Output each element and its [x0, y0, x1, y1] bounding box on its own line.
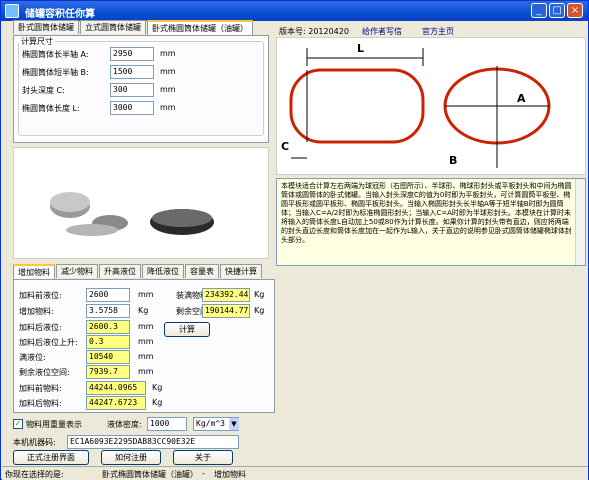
after-level-output: 2600.3: [86, 320, 130, 334]
tab-reduce-material[interactable]: 减少物料: [56, 264, 98, 278]
after-material-unit: Kg: [152, 398, 163, 407]
after-level-unit: mm: [138, 322, 154, 331]
after-level-label: 加料后液位:: [19, 323, 62, 332]
tab-quick-calc[interactable]: 快捷计算: [220, 264, 262, 278]
main-window: 储罐容积任你算 _ □ × 卧式圆筒体储罐 立式圆筒体储罐 卧式椭圆筒体储罐（油…: [0, 0, 589, 480]
weight-checkbox[interactable]: ✓: [13, 419, 23, 429]
title-bar[interactable]: 储罐容积任你算 _ □ ×: [1, 1, 588, 21]
homepage-link[interactable]: 官方主页: [422, 26, 454, 37]
minimize-button[interactable]: _: [531, 3, 547, 18]
tab-vertical-cylinder[interactable]: 立式圆筒体储罐: [80, 20, 146, 34]
dimension-panel: 计算尺寸 椭圆筒体长半轴 A: 2950 mm 椭圆筒体短半轴 B: 1500 …: [13, 35, 269, 143]
density-input[interactable]: 1000: [147, 417, 187, 431]
after-material-output: 44247.6723: [86, 396, 146, 410]
window-title: 储罐容积任你算: [25, 9, 95, 20]
calculate-button[interactable]: 计算: [164, 322, 210, 337]
description-scrollbar[interactable]: [575, 179, 585, 265]
level-rise-label: 加料后液位上升:: [19, 338, 78, 347]
axis-b-input[interactable]: 1500: [110, 65, 154, 79]
axis-b-label: 椭圆筒体短半轴 B:: [22, 68, 89, 77]
tab-horizontal-elliptical[interactable]: 卧式椭圆筒体储罐（油罐）: [147, 20, 253, 35]
axis-a-input[interactable]: 2950: [110, 47, 154, 61]
feedback-link[interactable]: 给作者写信: [362, 26, 402, 37]
before-level-input[interactable]: 2600: [86, 288, 130, 302]
weight-checkbox-label: 物料用重量表示: [26, 420, 82, 429]
label-a: A: [517, 92, 526, 105]
full-level-unit: mm: [138, 352, 154, 361]
calc-size-legend: 计算尺寸: [21, 37, 53, 46]
level-rise-output: 0.3: [86, 335, 130, 349]
tab-lower-level[interactable]: 降低液位: [142, 264, 184, 278]
chevron-down-icon[interactable]: ▼: [229, 418, 239, 430]
add-amount-label: 增加物料:: [19, 307, 54, 316]
remaining-space-unit: mm: [138, 367, 154, 376]
remaining-unit: Kg: [254, 306, 265, 315]
full-level-label: 满液位:: [19, 353, 46, 362]
head-depth-unit: mm: [160, 85, 176, 94]
status-separator: -: [202, 469, 205, 478]
axis-b-unit: mm: [160, 67, 176, 76]
remaining-output: 190144.775: [202, 304, 250, 318]
tank-head-photo: [13, 147, 269, 259]
length-unit: mm: [160, 103, 176, 112]
remaining-space-output: 7939.7: [86, 365, 130, 379]
label-b: B: [449, 154, 457, 167]
length-input[interactable]: 3000: [110, 101, 154, 115]
tab-add-material[interactable]: 增加物料: [13, 264, 55, 279]
axis-a-unit: mm: [160, 49, 176, 58]
status-selection: 卧式椭圆筒体储罐（油罐）: [102, 470, 198, 479]
app-icon: [5, 4, 19, 18]
length-label: 椭圆筒体长度 L:: [22, 104, 80, 113]
head-depth-label: 封头深度 C:: [22, 86, 65, 95]
after-material-label: 加料后物料:: [19, 399, 62, 408]
about-button[interactable]: 关于: [173, 450, 233, 465]
add-material-panel: 加料前液位: 2600 mm 增加物料: 3.5758 Kg 加料后液位: 26…: [13, 279, 275, 413]
how-to-register-button[interactable]: 如何注册: [101, 450, 161, 465]
full-level-output: 10540: [86, 350, 130, 364]
density-label: 液体密度:: [107, 420, 142, 429]
label-c: C: [281, 140, 289, 153]
status-bar: 你现在选择的是: 卧式椭圆筒体储罐（油罐） - 增加物料: [2, 466, 588, 480]
tab-capacity-table[interactable]: 容量表: [185, 264, 219, 278]
close-button[interactable]: ×: [567, 3, 583, 18]
status-prefix: 你现在选择的是:: [5, 470, 64, 479]
add-amount-unit: Kg: [138, 306, 149, 315]
head-depth-input[interactable]: 300: [110, 83, 154, 97]
description-box[interactable]: 本模块适合计算左右两端为球冠形（右图所示）、半球形、椭球形封头或平板封头和中间为…: [276, 178, 586, 266]
add-amount-input[interactable]: 3.5758: [86, 304, 130, 318]
tab-horizontal-cylinder[interactable]: 卧式圆筒体储罐: [13, 20, 79, 34]
tank-diagram: L C A B: [276, 37, 586, 175]
register-ui-button[interactable]: 正式注册界面: [13, 450, 89, 465]
description-text: 本模块适合计算左右两端为球冠形（右图所示）、半球形、椭球形封头或平板封头和中间为…: [281, 182, 572, 244]
loaded-output: 234392.447: [202, 288, 250, 302]
tab-raise-level[interactable]: 升高液位: [99, 264, 141, 278]
before-material-output: 44244.0965: [86, 381, 146, 395]
before-material-unit: Kg: [152, 383, 163, 392]
version-label: 版本号: 20120420: [279, 27, 349, 36]
axis-a-label: 椭圆筒体长半轴 A:: [22, 50, 89, 59]
before-level-label: 加料前液位:: [19, 291, 62, 300]
maximize-button[interactable]: □: [549, 3, 565, 18]
label-l: L: [357, 42, 364, 55]
machine-code-label: 本机机器码:: [13, 438, 56, 447]
status-mode: 增加物料: [214, 470, 246, 479]
tank-type-tabs: 卧式圆筒体储罐 立式圆筒体储罐 卧式椭圆筒体储罐（油罐）: [13, 20, 254, 35]
machine-code-field[interactable]: EC1A6093E2295DAB83CC90E32E: [67, 435, 239, 449]
before-level-unit: mm: [138, 290, 154, 299]
operation-tabs: 增加物料 减少物料 升高液位 降低液位 容量表 快捷计算: [13, 264, 263, 279]
before-material-label: 加料前物料:: [19, 384, 62, 393]
remaining-space-label: 剩余液位空间:: [19, 368, 70, 377]
level-rise-unit: mm: [138, 337, 154, 346]
loaded-unit: Kg: [254, 290, 265, 299]
